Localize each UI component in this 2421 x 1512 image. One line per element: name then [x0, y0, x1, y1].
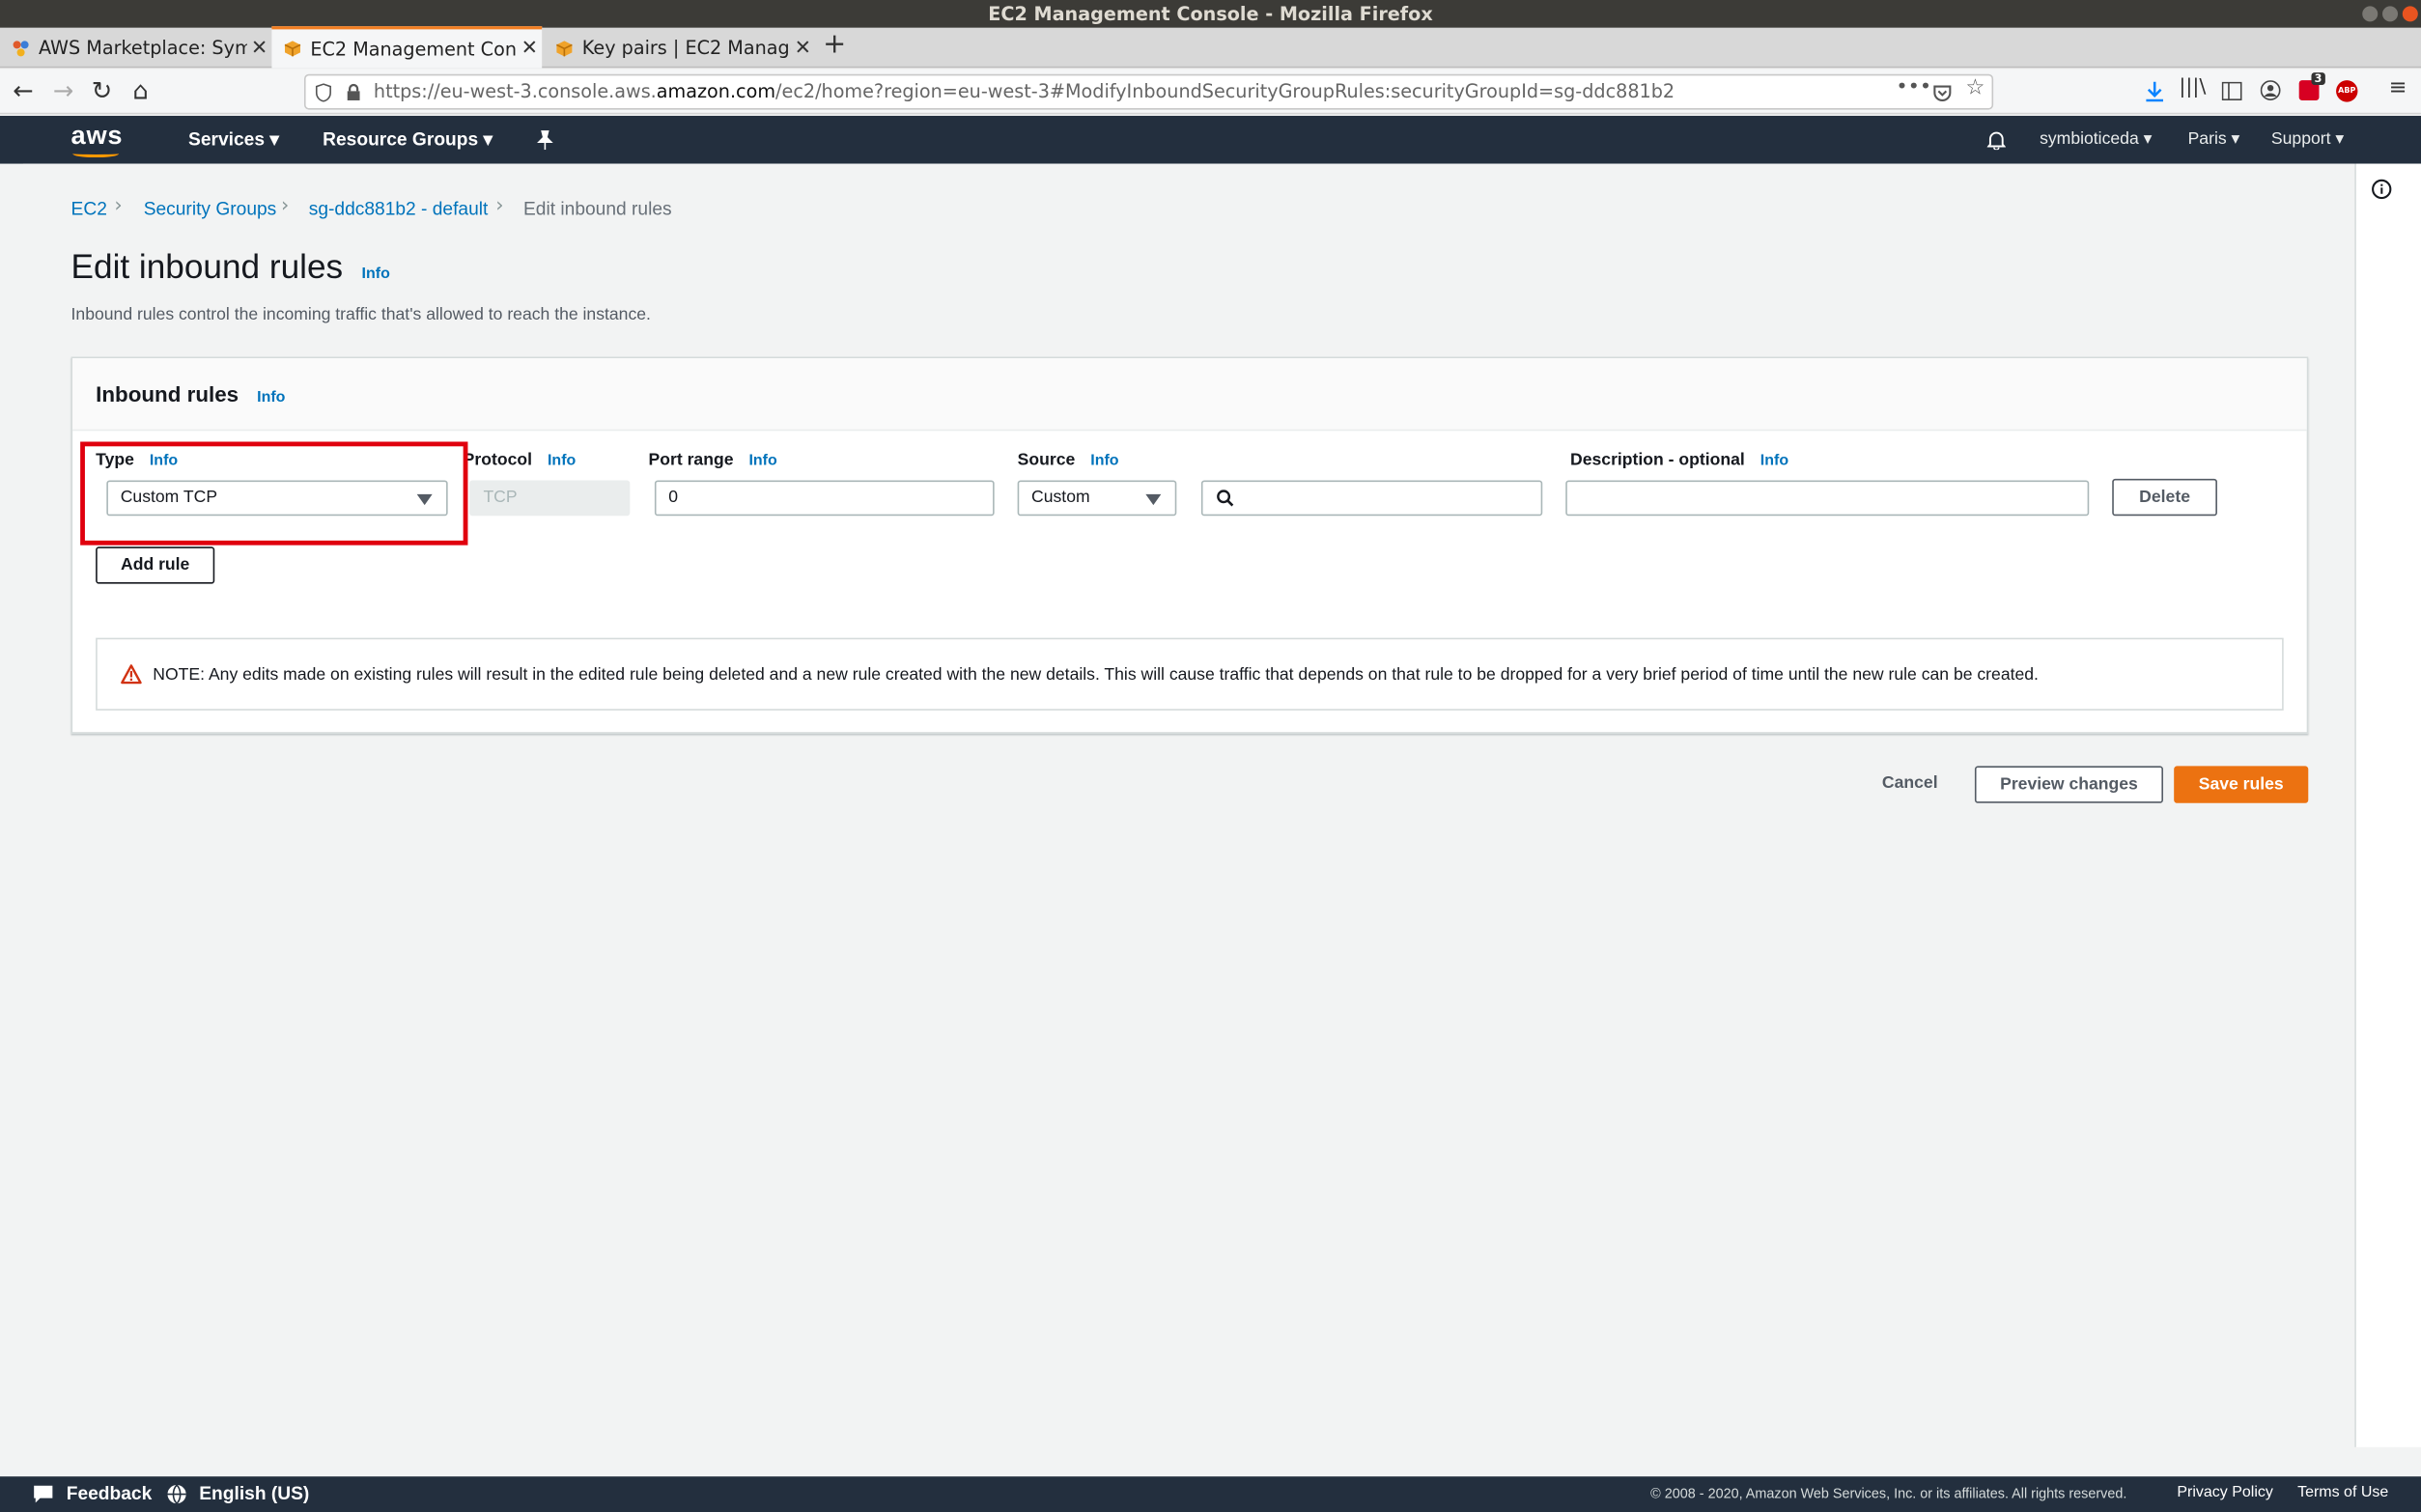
maximize-button[interactable]	[2382, 6, 2399, 22]
sidebar-icon[interactable]	[2221, 81, 2242, 100]
bell-icon[interactable]	[1986, 129, 2006, 151]
cidr-search-input[interactable]	[1200, 480, 1543, 517]
url-bar[interactable]: https://eu-west-3.console.aws.amazon.com…	[303, 73, 1994, 110]
download-icon[interactable]	[2145, 80, 2165, 102]
source-select[interactable]: Custom	[1017, 480, 1177, 517]
close-tab-icon[interactable]: ✕	[791, 37, 816, 60]
privacy-policy-link[interactable]: Privacy Policy	[2177, 1484, 2273, 1501]
forward-icon[interactable]: →	[46, 75, 80, 104]
lock-icon[interactable]	[346, 83, 361, 101]
preview-changes-button[interactable]: Preview changes	[1974, 766, 2163, 803]
page-title: Edit inbound rules	[70, 246, 344, 286]
bookmark-star-icon[interactable]: ☆	[1965, 75, 1985, 100]
back-icon[interactable]: ←	[6, 75, 40, 104]
close-tab-icon[interactable]: ✕	[247, 37, 272, 60]
panel-header: Inbound rules Info	[72, 358, 2307, 432]
support-menu[interactable]: Support ▾	[2271, 128, 2344, 148]
protocol-label: Protocol Info	[463, 451, 577, 470]
tab-key-pairs[interactable]: Key pairs | EC2 Managem ✕	[544, 28, 815, 69]
account-icon[interactable]	[2260, 80, 2281, 100]
url-text: https://eu-west-3.console.aws.amazon.com…	[373, 80, 1675, 102]
edit-warning-notice: NOTE: Any edits made on existing rules w…	[96, 637, 2284, 711]
resource-groups-menu[interactable]: Resource Groups ▾	[323, 128, 493, 150]
tab-label: EC2 Management Conso	[310, 38, 518, 60]
pocket-icon[interactable]	[1933, 83, 1952, 101]
window-title: EC2 Management Console - Mozilla Firefox	[988, 3, 1433, 25]
page-title-row: Edit inbound rules Info	[71, 247, 390, 288]
protocol-field: TCP	[469, 480, 631, 517]
new-tab-icon[interactable]: +	[823, 28, 846, 61]
feedback-link[interactable]: Feedback	[67, 1483, 153, 1504]
terms-of-use-link[interactable]: Terms of Use	[2297, 1484, 2388, 1501]
description-input[interactable]	[1565, 480, 2090, 517]
minimize-button[interactable]	[2362, 6, 2379, 22]
reload-icon[interactable]: ↻	[85, 75, 119, 104]
cancel-button[interactable]: Cancel	[1864, 766, 1957, 802]
hamburger-menu-icon[interactable]: ≡	[2380, 75, 2414, 100]
copyright-text: © 2008 - 2020, Amazon Web Services, Inc.…	[1650, 1485, 2127, 1501]
tab-label: Key pairs | EC2 Managem	[581, 37, 791, 59]
notice-text: NOTE: Any edits made on existing rules w…	[153, 665, 2039, 685]
aws-box-favicon-icon	[556, 40, 573, 56]
source-info-link[interactable]: Info	[1090, 453, 1118, 470]
panel-info-link[interactable]: Info	[257, 389, 285, 406]
screen: EC2 Management Console - Mozilla Firefox…	[0, 0, 2421, 1512]
breadcrumb-security-group[interactable]: sg-ddc881b2 - default	[309, 198, 489, 219]
breadcrumb-security-groups[interactable]: Security Groups	[144, 198, 277, 219]
tab-ec2-console[interactable]: EC2 Management Conso ✕	[271, 26, 543, 69]
warning-icon	[121, 664, 142, 685]
page-info-link[interactable]: Info	[362, 266, 390, 283]
pin-icon[interactable]	[536, 129, 554, 151]
services-menu[interactable]: Services ▾	[188, 128, 279, 150]
console-footer: Feedback English (US) © 2008 - 2020, Ama…	[0, 1476, 2421, 1512]
panel-title-row: Inbound rules Info	[96, 381, 285, 406]
shield-icon[interactable]	[315, 83, 332, 102]
tab-strip: AWS Marketplace: Symbi ✕ EC2 Management …	[0, 26, 2421, 69]
breadcrumb-ec2[interactable]: EC2	[71, 198, 107, 219]
chevron-right-icon: ›	[114, 194, 123, 218]
description-info-link[interactable]: Info	[1760, 453, 1788, 470]
page-description: Inbound rules control the incoming traff…	[70, 305, 651, 324]
browser-navbar: ← → ↻ ⌂ https://eu-west-3.console.aws.am…	[0, 69, 2421, 115]
aws-box-favicon-icon	[284, 41, 301, 57]
breadcrumb-current: Edit inbound rules	[523, 197, 672, 220]
delete-rule-button[interactable]: Delete	[2112, 478, 2217, 517]
caret-down-icon	[1145, 493, 1162, 506]
aws-logo[interactable]: aws	[71, 121, 124, 152]
save-rules-button[interactable]: Save rules	[2174, 766, 2309, 803]
panel-title: Inbound rules	[96, 381, 239, 406]
add-rule-button[interactable]: Add rule	[96, 546, 215, 584]
library-icon[interactable]: |||\	[2176, 75, 2210, 98]
chevron-right-icon: ›	[280, 194, 290, 218]
adblock-icon[interactable]: ABP	[2336, 80, 2358, 102]
page-actions-icon[interactable]: •••	[1896, 75, 1931, 98]
feedback-icon	[34, 1485, 53, 1503]
marketplace-favicon-icon	[13, 40, 29, 56]
window-titlebar: EC2 Management Console - Mozilla Firefox	[0, 0, 2421, 28]
info-circle-icon[interactable]	[2372, 179, 2392, 200]
search-icon	[1217, 490, 1234, 507]
description-label: Description - optional Info	[1570, 451, 1789, 470]
close-tab-icon[interactable]: ✕	[518, 37, 543, 60]
extension-badge: 3	[2311, 72, 2325, 85]
port-range-label: Port range Info	[648, 451, 777, 470]
region-menu[interactable]: Paris ▾	[2188, 128, 2240, 148]
highlight-box	[80, 441, 468, 546]
globe-icon	[167, 1484, 186, 1504]
source-label: Source Info	[1017, 451, 1119, 470]
help-panel-rail	[2354, 163, 2421, 1447]
tab-label: AWS Marketplace: Symbi	[38, 37, 247, 59]
aws-smile-icon	[72, 150, 120, 158]
aws-top-nav: aws Services ▾ Resource Groups ▾ symbiot…	[0, 115, 2421, 164]
language-selector[interactable]: English (US)	[199, 1483, 309, 1504]
home-icon[interactable]: ⌂	[124, 75, 157, 104]
tab-aws-marketplace[interactable]: AWS Marketplace: Symbi ✕	[0, 28, 271, 69]
protocol-info-link[interactable]: Info	[548, 453, 576, 470]
port-range-info-link[interactable]: Info	[748, 453, 776, 470]
user-menu[interactable]: symbioticeda ▾	[2040, 128, 2152, 148]
chevron-right-icon: ›	[495, 194, 504, 218]
port-range-input[interactable]: 0	[654, 480, 995, 517]
close-window-button[interactable]	[2402, 6, 2418, 22]
